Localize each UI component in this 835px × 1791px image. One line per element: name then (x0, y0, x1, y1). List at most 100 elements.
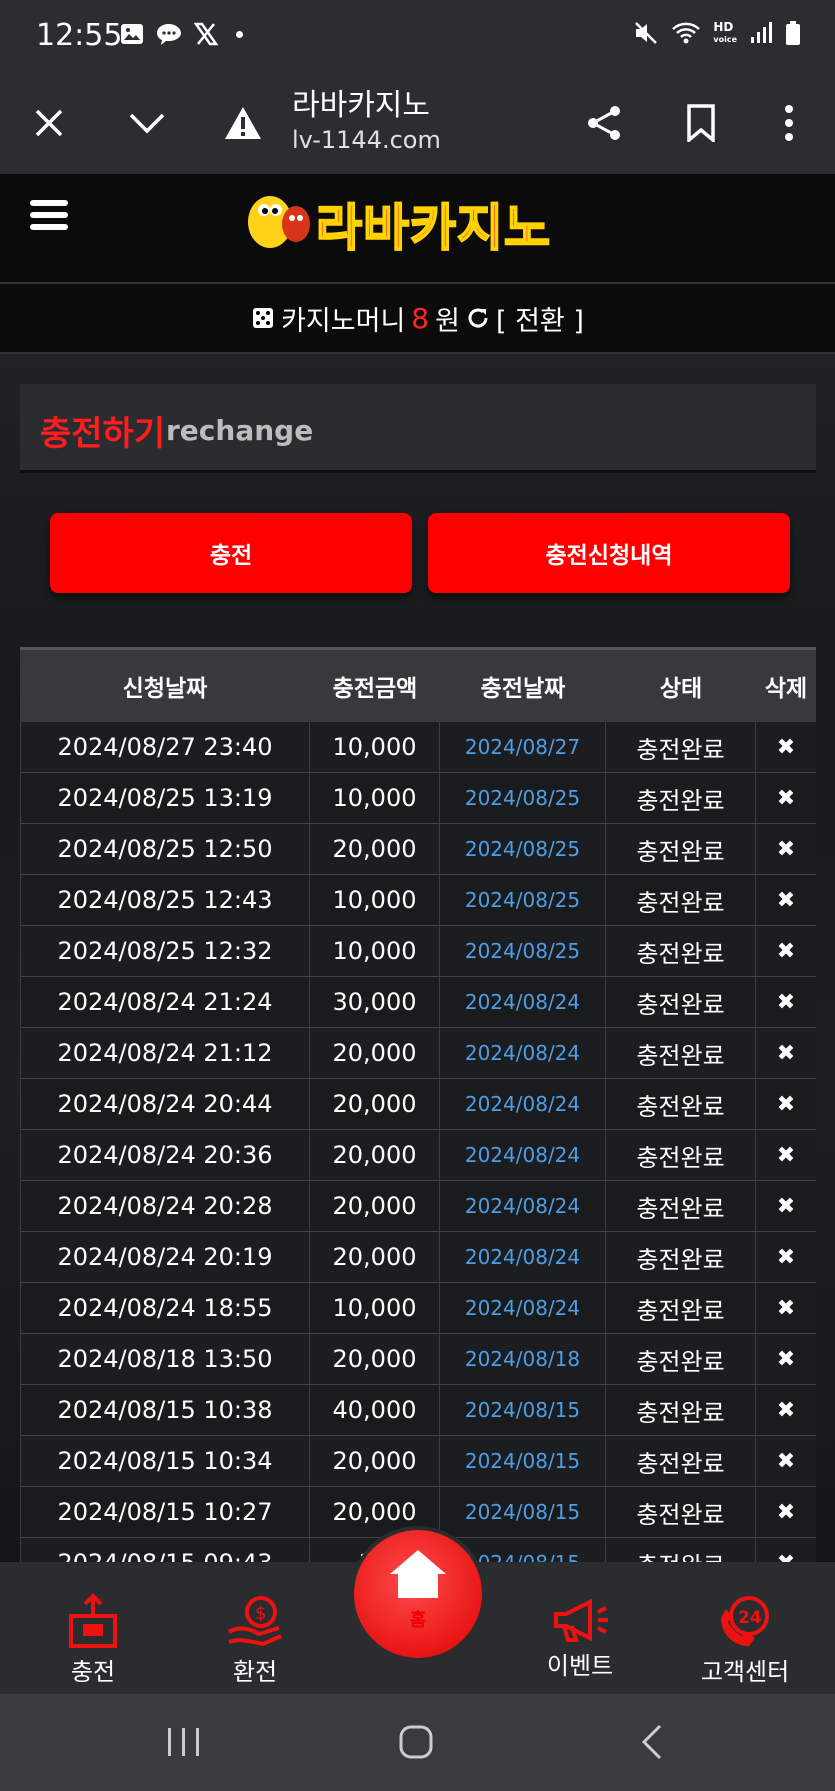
delete-icon[interactable]: ✖ (756, 977, 816, 1027)
delete-icon[interactable]: ✖ (756, 1436, 816, 1486)
header-divider (0, 258, 835, 284)
charge-date-cell[interactable]: 2024/08/15 (440, 1385, 606, 1435)
charge-date-cell[interactable]: 2024/08/27 (440, 722, 606, 772)
delete-icon[interactable]: ✖ (756, 1385, 816, 1435)
charge-date-cell[interactable]: 2024/08/25 (440, 824, 606, 874)
refresh-icon[interactable] (466, 306, 490, 330)
charge-date-cell[interactable]: 2024/08/24 (440, 1181, 606, 1231)
dice-icon (253, 308, 274, 328)
page-title: 라바카지노 (292, 88, 430, 123)
table-row: 2024/08/25 12:43 10,000 2024/08/25 충전완료 ✖ (20, 875, 816, 926)
url-text[interactable]: lv-1144.com (292, 126, 441, 154)
table-row: 2024/08/24 21:24 30,000 2024/08/24 충전완료 ✖ (20, 977, 816, 1028)
charge-date-cell[interactable]: 2024/08/15 (440, 1436, 606, 1486)
status-cell: 충전완료 (606, 1334, 756, 1384)
bookmark-icon[interactable] (674, 96, 728, 150)
section-title: 충전하기 (40, 414, 166, 454)
charge-date-cell[interactable]: 2024/08/18 (440, 1334, 606, 1384)
status-cell: 충전완료 (606, 926, 756, 976)
amount-cell: 20,000 (310, 1181, 440, 1231)
charge-date-cell[interactable]: 2024/08/24 (440, 977, 606, 1027)
section-header: 충전하기 rechange (20, 384, 816, 473)
request-date-cell: 2024/08/25 12:43 (20, 875, 310, 925)
amount-cell: 40,000 (310, 1385, 440, 1435)
delete-icon[interactable]: ✖ (756, 1028, 816, 1078)
amount-cell: 10,000 (310, 926, 440, 976)
table-row: 2024/08/25 13:19 10,000 2024/08/25 충전완료 ✖ (20, 773, 816, 824)
delete-icon[interactable]: ✖ (756, 1181, 816, 1231)
table-row: 2024/08/24 20:36 20,000 2024/08/24 충전완료 ✖ (20, 1130, 816, 1181)
charge-date-cell[interactable]: 2024/08/24 (440, 1232, 606, 1282)
delete-icon[interactable]: ✖ (756, 773, 816, 823)
request-date-cell: 2024/08/24 18:55 (20, 1283, 310, 1333)
request-date-cell: 2024/08/27 23:40 (20, 722, 310, 772)
status-cell: 충전완료 (606, 1385, 756, 1435)
table-row: 2024/08/24 20:28 20,000 2024/08/24 충전완료 ✖ (20, 1181, 816, 1232)
more-vert-icon[interactable] (762, 96, 816, 150)
system-icons: HD voice (633, 20, 801, 46)
amount-cell: 20,000 (310, 1334, 440, 1384)
delete-icon[interactable]: ✖ (756, 1487, 816, 1537)
charge-date-cell[interactable]: 2024/08/15 (440, 1487, 606, 1537)
status-cell: 충전완료 (606, 722, 756, 772)
charge-date-cell[interactable]: 2024/08/24 (440, 1130, 606, 1180)
home-button[interactable]: 홈 (354, 1530, 482, 1658)
nav-support[interactable]: 24 고객센터 (680, 1562, 810, 1694)
chevron-down-icon[interactable] (120, 96, 174, 150)
nav-events[interactable]: 이벤트 (515, 1562, 645, 1694)
charge-date-cell[interactable]: 2024/08/24 (440, 1028, 606, 1078)
warning-icon[interactable] (216, 96, 270, 150)
delete-icon[interactable]: ✖ (756, 1232, 816, 1282)
delete-icon[interactable]: ✖ (756, 926, 816, 976)
nav-exchange[interactable]: $ 환전 (190, 1562, 320, 1694)
amount-cell: 30,000 (310, 977, 440, 1027)
table-header: 신청날짜 충전금액 충전날짜 상태 삭제 (20, 647, 816, 722)
section-subtitle: rechange (166, 414, 314, 447)
share-icon[interactable] (578, 96, 632, 150)
status-cell: 충전완료 (606, 1181, 756, 1231)
charge-date-cell[interactable]: 2024/08/25 (440, 926, 606, 976)
delete-icon[interactable]: ✖ (756, 722, 816, 772)
delete-icon[interactable]: ✖ (756, 824, 816, 874)
more-dot-icon (236, 30, 243, 38)
svg-text:$: $ (255, 1603, 266, 1624)
close-icon[interactable] (22, 96, 76, 150)
request-date-cell: 2024/08/25 13:19 (20, 773, 310, 823)
nav-exchange-label: 환전 (232, 1658, 278, 1686)
gallery-icon (121, 24, 143, 44)
charge-history-button[interactable]: 충전신청내역 (428, 513, 790, 593)
x-logo-icon (194, 22, 218, 46)
amount-cell: 20,000 (310, 1436, 440, 1486)
charge-date-cell[interactable]: 2024/08/24 (440, 1079, 606, 1129)
money-amount: 8 (411, 301, 430, 335)
status-cell: 충전완료 (606, 875, 756, 925)
status-bar: 12:55 HD voice (0, 0, 835, 72)
delete-icon[interactable]: ✖ (756, 875, 816, 925)
site-header: 라바카지노 (0, 174, 835, 260)
recent-apps-icon[interactable] (166, 1726, 202, 1758)
charge-date-cell[interactable]: 2024/08/25 (440, 875, 606, 925)
switch-button[interactable]: [ 전환 ] (496, 299, 584, 338)
mute-icon (635, 22, 658, 44)
site-logo[interactable]: 라바카지노 (238, 184, 600, 258)
request-date-cell: 2024/08/15 10:34 (20, 1436, 310, 1486)
money-unit: 원 (435, 305, 460, 337)
delete-icon[interactable]: ✖ (756, 1079, 816, 1129)
menu-icon[interactable] (30, 200, 68, 232)
status-cell: 충전완료 (606, 1028, 756, 1078)
request-date-cell: 2024/08/24 20:36 (20, 1130, 310, 1180)
home-nav-icon[interactable] (398, 1724, 434, 1760)
delete-icon[interactable]: ✖ (756, 1130, 816, 1180)
request-date-cell: 2024/08/24 20:28 (20, 1181, 310, 1231)
amount-cell: 10,000 (310, 773, 440, 823)
status-cell: 충전완료 (606, 1487, 756, 1537)
delete-icon[interactable]: ✖ (756, 1283, 816, 1333)
delete-icon[interactable]: ✖ (756, 1334, 816, 1384)
charge-button[interactable]: 충전 (50, 513, 412, 593)
charge-date-cell[interactable]: 2024/08/25 (440, 773, 606, 823)
logo-text: 라바카지노 (315, 198, 551, 258)
nav-charge-label: 충전 (70, 1658, 116, 1686)
back-icon[interactable] (640, 1724, 664, 1760)
charge-date-cell[interactable]: 2024/08/24 (440, 1283, 606, 1333)
nav-charge[interactable]: 충전 (28, 1562, 158, 1694)
